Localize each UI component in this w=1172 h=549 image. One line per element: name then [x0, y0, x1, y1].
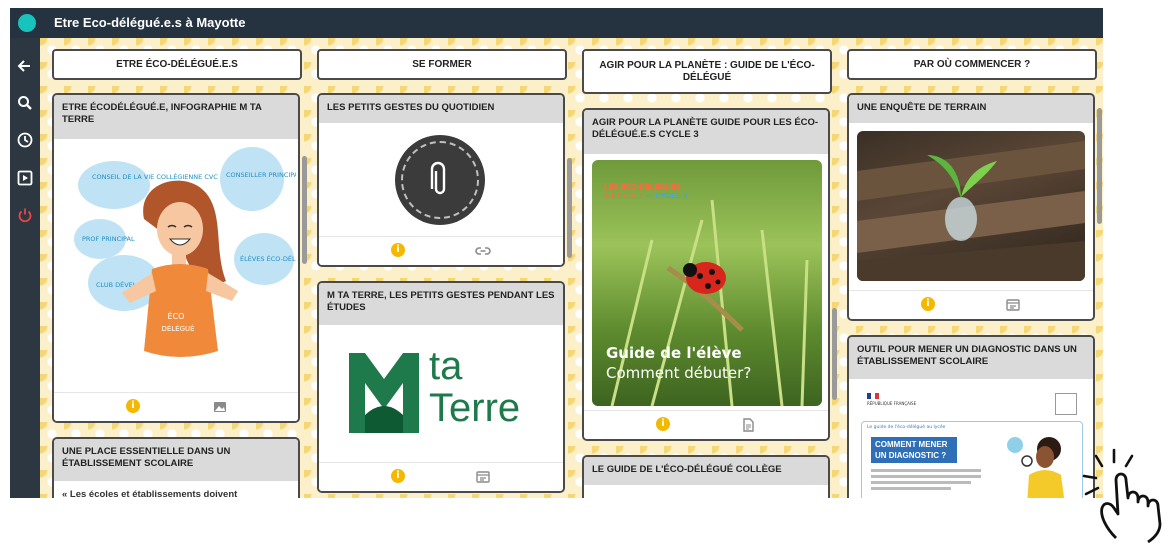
- cover-tag-cycle: CYCLE 3: [655, 191, 688, 200]
- svg-text:CONSEILLER PRINCIPAL D'ÉDUCATI: CONSEILLER PRINCIPAL D'ÉDUCATION CPE: [226, 170, 296, 179]
- top-bar: Etre Eco-délégué.e.s à Mayotte: [10, 8, 1103, 38]
- document-icon[interactable]: [740, 417, 756, 433]
- girl-illustration: [1007, 437, 1065, 498]
- cover-title-line1: Guide de l'élève: [606, 344, 742, 362]
- cover-title-line2: Comment débuter?: [606, 364, 752, 382]
- info-icon[interactable]: i: [921, 297, 935, 311]
- cover-tag-line1: LES ÉCO-DÉLÉGUÉS: [604, 182, 681, 191]
- card-footer: i: [849, 290, 1093, 319]
- shirt-text-eco: ÉCO: [168, 310, 185, 321]
- m-ta-terre-logo: [349, 353, 419, 433]
- doc-header-text: Le guide de l'éco-délégué au lycée: [867, 425, 946, 430]
- card-enquete-terrain[interactable]: UNE ENQUÊTE DE TERRAIN i: [847, 93, 1095, 321]
- column-se-former: SE FORMER LES PETITS GESTES DU QUOTIDIEN…: [317, 38, 572, 498]
- paperclip-icon: [430, 161, 446, 195]
- card-footer: i: [319, 236, 563, 265]
- card-outil-diagnostic[interactable]: OUTIL POUR MENER UN DIAGNOSTIC DANS UN É…: [847, 335, 1095, 498]
- column-scrollbar[interactable]: [567, 158, 572, 258]
- card-place-essentielle[interactable]: UNE PLACE ESSENTIELLE DANS UN ÉTABLISSEM…: [52, 437, 300, 498]
- info-icon[interactable]: i: [391, 469, 405, 483]
- shirt-text-delegue: DÉLÉGUÉ: [161, 324, 194, 333]
- card-guide-college[interactable]: LE GUIDE DE L'ÉCO-DÉLÉGUÉ COLLÈGE: [582, 455, 830, 498]
- logo-text-ta: ta: [429, 344, 463, 388]
- column-scrollbar[interactable]: [1097, 108, 1102, 224]
- column-header[interactable]: SE FORMER: [317, 49, 567, 80]
- card-title: OUTIL POUR MENER UN DIAGNOSTIC DANS UN É…: [849, 337, 1093, 379]
- diagnostic-document-preview: RÉPUBLIQUE FRANÇAISE Le guide de l'éco-d…: [857, 385, 1087, 498]
- column-par-ou-commencer: PAR OÙ COMMENCER ? UNE ENQUÊTE DE TERRAI…: [847, 38, 1102, 498]
- column-header[interactable]: PAR OÙ COMMENCER ?: [847, 49, 1097, 80]
- info-icon[interactable]: i: [656, 417, 670, 431]
- card-footer: i: [54, 392, 298, 421]
- info-icon[interactable]: i: [391, 243, 405, 257]
- republique-label: RÉPUBLIQUE FRANÇAISE: [867, 401, 917, 406]
- bubble-cpe: CONSEILLER PRINCIPAL D'ÉDUCATION CPE: [226, 170, 296, 179]
- card-agir-guide-cycle3[interactable]: AGIR POUR LA PLANÈTE GUIDE POUR LES ÉCO-…: [582, 108, 830, 441]
- card-title: M TA TERRE, LES PETITS GESTES PENDANT LE…: [319, 283, 563, 325]
- field-photo-image: [857, 131, 1085, 281]
- card-title: AGIR POUR LA PLANÈTE GUIDE POUR LES ÉCO-…: [584, 110, 828, 154]
- bubble-eleves: ÉLÈVES ÉCO-DÉLÉGUÉS: [240, 254, 296, 263]
- card-body-text: « Les écoles et établissements doivent: [62, 489, 238, 498]
- card-footer: i: [584, 410, 828, 439]
- board-canvas: ETRE ÉCO-DÉLÉGUÉ.E.S ETRE ÉCODÉLÉGUÉ.E, …: [40, 38, 1103, 498]
- doc-banner: COMMENT MENER UN DIAGNOSTIC ?: [871, 437, 957, 463]
- card-title: LE GUIDE DE L'ÉCO-DÉLÉGUÉ COLLÈGE: [584, 457, 828, 485]
- card-infographie[interactable]: ETRE ÉCODÉLÉGUÉ.E, INFOGRAPHIE M TA TERR…: [52, 93, 300, 423]
- attachment-thumbnail: [395, 135, 485, 225]
- infographie-illustration: CONSEIL DE LA VIE COLLÉGIENNE CVC CONSEI…: [74, 147, 296, 357]
- logo-text-terre: Terre: [429, 386, 521, 430]
- card-title: UNE ENQUÊTE DE TERRAIN: [849, 95, 1093, 123]
- bubble-cvc: CONSEIL DE LA VIE COLLÉGIENNE CVC: [92, 172, 218, 181]
- link-icon[interactable]: [475, 243, 491, 259]
- cover-tag-ecole: À L'ÉCOLE: [604, 191, 644, 200]
- back-arrow-icon[interactable]: [15, 56, 35, 76]
- pointing-hand-cursor-icon: [1082, 448, 1162, 544]
- embed-icon[interactable]: [1005, 297, 1021, 313]
- embed-icon[interactable]: [475, 469, 491, 485]
- column-header[interactable]: AGIR POUR LA PLANÈTE : GUIDE DE L'ÉCO-DÉ…: [582, 49, 832, 94]
- column-header[interactable]: ETRE ÉCO-DÉLÉGUÉ.E.S: [52, 49, 302, 80]
- card-title: UNE PLACE ESSENTIELLE DANS UN ÉTABLISSEM…: [54, 439, 298, 481]
- slideshow-play-icon[interactable]: [15, 168, 35, 188]
- card-title: ETRE ÉCODÉLÉGUÉ.E, INFOGRAPHIE M TA TERR…: [54, 95, 298, 139]
- power-icon[interactable]: [15, 205, 35, 225]
- bubble-prof: PROF PRINCIPAL: [82, 235, 135, 243]
- svg-text:CONSEIL DE LA VIE COLLÉGIENNE: CONSEIL DE LA VIE COLLÉGIENNE CVC: [92, 172, 218, 181]
- card-title: LES PETITS GESTES DU QUOTIDIEN: [319, 95, 563, 123]
- column-agir-pour-la-planete: AGIR POUR LA PLANÈTE : GUIDE DE L'ÉCO-DÉ…: [582, 38, 837, 498]
- sidebar: [10, 38, 40, 498]
- board-title[interactable]: Etre Eco-délégué.e.s à Mayotte: [54, 15, 245, 30]
- guide-cover-image: LES ÉCO-DÉLÉGUÉS À L'ÉCOLE — CYCLE 3 Gui…: [592, 160, 822, 406]
- card-petits-gestes[interactable]: LES PETITS GESTES DU QUOTIDIEN i: [317, 93, 565, 267]
- app-window: Etre Eco-délégué.e.s à Mayotte ETRE ÉCO-…: [10, 8, 1103, 498]
- card-footer: i: [319, 462, 563, 491]
- history-clock-icon[interactable]: [15, 130, 35, 150]
- info-icon[interactable]: i: [126, 399, 140, 413]
- image-attachment-icon[interactable]: [212, 399, 228, 415]
- card-m-ta-terre[interactable]: M TA TERRE, LES PETITS GESTES PENDANT LE…: [317, 281, 565, 493]
- cover-tag-line2: À L'ÉCOLE — CYCLE 3: [604, 191, 688, 200]
- column-scrollbar[interactable]: [832, 308, 837, 400]
- padlet-logo-icon[interactable]: [18, 14, 36, 32]
- search-icon[interactable]: [15, 93, 35, 113]
- column-scrollbar[interactable]: [302, 156, 307, 264]
- column-etre-eco-delegue: ETRE ÉCO-DÉLÉGUÉ.E.S ETRE ÉCODÉLÉGUÉ.E, …: [52, 38, 307, 498]
